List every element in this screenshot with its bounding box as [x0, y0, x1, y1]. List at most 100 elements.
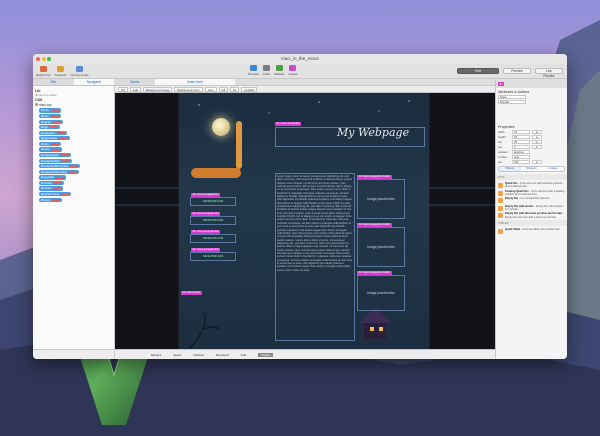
css-file-item[interactable]: main.css	[35, 103, 112, 107]
css-heading: CSS	[35, 98, 43, 102]
image-placeholder-text-1: Image placeholder	[367, 197, 395, 201]
attribute-dropdown-2[interactable]: Normal	[498, 100, 526, 105]
canvas-tool-0[interactable]: Div	[118, 86, 129, 92]
property-row: position absolute	[498, 150, 565, 155]
css-selector-item[interactable]: #header	[39, 119, 64, 124]
canvas-tool-4[interactable]: Auto	[204, 86, 217, 92]
css-selector-item[interactable]: #footer	[39, 147, 62, 152]
table-snippet-icon	[498, 228, 503, 234]
snippet-item[interactable]: Empty Div with absolute position and bor…	[498, 212, 565, 219]
property-row: z-index auto	[498, 155, 565, 160]
snippet-item[interactable]: Empty Div with border - Empty Div with a…	[498, 205, 565, 211]
center-button-2[interactable]: Validate	[274, 65, 284, 76]
css-selector-item[interactable]: #navigation	[39, 130, 68, 135]
status-toggle-5[interactable]: Guides	[258, 352, 274, 357]
canvas-tool-5[interactable]: Fill	[218, 86, 229, 92]
property-unit[interactable]: px	[532, 145, 542, 150]
attribute-dropdown-1[interactable]: None	[498, 95, 526, 100]
canvas-tool-7[interactable]: Invisible	[241, 86, 258, 92]
tab-2[interactable]: Styles	[114, 79, 155, 85]
div-tag-badge[interactable]: div	[498, 81, 504, 86]
css-selector-item[interactable]: #logo	[39, 125, 60, 130]
property-value[interactable]: 200	[512, 160, 530, 165]
property-unit[interactable]: px	[532, 160, 542, 165]
property-value[interactable]: 0	[512, 145, 530, 150]
drag-handle[interactable]	[191, 168, 241, 178]
tab-1[interactable]: Navigator	[73, 79, 115, 85]
snippet-title: Quick Table	[505, 227, 521, 231]
nav-link-1[interactable]: NAVIGATION LINK	[203, 200, 223, 203]
status-toggle-2[interactable]: Outlines	[193, 353, 204, 357]
snippet-title: Empty Div	[505, 197, 519, 201]
selector-tag	[51, 148, 60, 151]
selector-tag	[70, 165, 79, 168]
css-selector-item[interactable]: #navigationlink:hover	[39, 169, 80, 174]
toolbar-button-1[interactable]: Snippets	[55, 65, 66, 77]
css-selector-item[interactable]: #button	[39, 197, 63, 202]
css-selector-item[interactable]: #footlink:hover	[39, 192, 72, 197]
selector-tag	[61, 159, 70, 162]
property-value[interactable]: absolute	[512, 150, 530, 155]
library-tab-2[interactable]: Images	[542, 167, 564, 172]
assets-icon	[289, 65, 297, 71]
webpage-preview: div Class:headertitle My Webpage div Cla…	[179, 93, 429, 349]
nav-link-4[interactable]: NAVIGATION LINK	[203, 255, 223, 258]
center-button-3[interactable]: Assets	[288, 65, 297, 76]
design-canvas[interactable]: div Class:headertitle My Webpage div Cla…	[115, 93, 495, 349]
css-selector-item[interactable]: #main	[39, 141, 61, 147]
property-unit[interactable]: px	[532, 135, 542, 140]
toolbar-button-label: Connect Lists	[70, 72, 89, 77]
image-placeholder-text-3: Image placeholder	[367, 291, 395, 295]
mode-0[interactable]: Edit	[457, 68, 499, 74]
canvas-tool-3[interactable]: Background Color	[174, 86, 203, 92]
editor-area: Div Edit Background Image Background Color A…	[115, 86, 495, 349]
property-unit[interactable]: px	[532, 140, 542, 145]
snippet-item[interactable]: Floating Quick Div - A Div element with …	[498, 190, 565, 196]
selector-tag	[55, 176, 64, 179]
footer-div-label[interactable]: div Class:footer	[181, 291, 202, 295]
file-tab[interactable]: index.html	[155, 79, 235, 86]
css-selector-item[interactable]: #copyright	[39, 175, 66, 180]
canvas-tool-1[interactable]: Edit	[130, 86, 141, 92]
snippet-item[interactable]: Quick Div - A Div element with absolute …	[498, 182, 565, 188]
property-unit[interactable]: px	[532, 130, 542, 135]
property-value[interactable]: 75	[512, 130, 530, 135]
mode-1[interactable]: Preview	[503, 68, 531, 74]
canvas-tool-2[interactable]: Background Image	[142, 86, 173, 92]
status-toggle-1[interactable]: Specs	[173, 353, 181, 357]
property-value[interactable]: 18	[512, 135, 530, 140]
selector-tag	[60, 154, 69, 157]
selected-element-handle[interactable]	[236, 121, 242, 169]
css-selector-item[interactable]: #navigationlink	[39, 158, 72, 163]
css-selector-item[interactable]: #wrap	[39, 108, 61, 113]
css-selector-item[interactable]: #footlink	[39, 186, 64, 191]
css-selector-item[interactable]: #navigationlist	[39, 153, 71, 158]
snippet-quick-table[interactable]: Quick Table - A simple table with a basi…	[498, 228, 565, 234]
canvas-tool-6[interactable]: Fit	[230, 86, 240, 92]
toolbar-button-0[interactable]: Quick Prev	[36, 65, 51, 77]
css-selector-item[interactable]: #outer	[39, 113, 61, 119]
toolbar-button-2[interactable]: Connect Lists	[70, 65, 89, 77]
library-tab-0[interactable]: Objects	[499, 167, 521, 172]
property-value[interactable]: auto	[512, 155, 530, 160]
status-toggle-3[interactable]: Rendered	[216, 353, 229, 357]
status-toggle-0[interactable]: Margins	[151, 353, 161, 357]
site-title: My Webpage	[337, 126, 410, 139]
code-icon	[262, 65, 270, 71]
css-selector-item[interactable]: #pageheader	[39, 136, 70, 141]
header-div-label[interactable]: div Class:headertitle	[275, 122, 302, 126]
lib-empty-text: No item to show	[35, 93, 57, 97]
library-tab-1[interactable]: Snippets	[520, 167, 543, 172]
center-button-0[interactable]: Preview	[248, 65, 259, 76]
css-selector-item[interactable]: #content	[39, 180, 64, 186]
selector-tag	[59, 137, 68, 140]
center-button-1[interactable]: Code	[263, 65, 270, 76]
mode-2[interactable]: Live Preview	[535, 68, 563, 78]
nav-link-3[interactable]: NAVIGATION LINK	[203, 237, 223, 240]
status-toggle-4[interactable]: Grid	[241, 353, 246, 357]
property-value[interactable]: 25	[512, 140, 530, 145]
nav-link-2[interactable]: NAVIGATION LINK	[203, 219, 223, 222]
snippet-item[interactable]: Empty Div - An unstyled Div element.	[498, 197, 565, 204]
tab-0[interactable]: Site	[33, 79, 74, 85]
css-selector-item[interactable]: #navigationlink:visited	[39, 164, 81, 169]
